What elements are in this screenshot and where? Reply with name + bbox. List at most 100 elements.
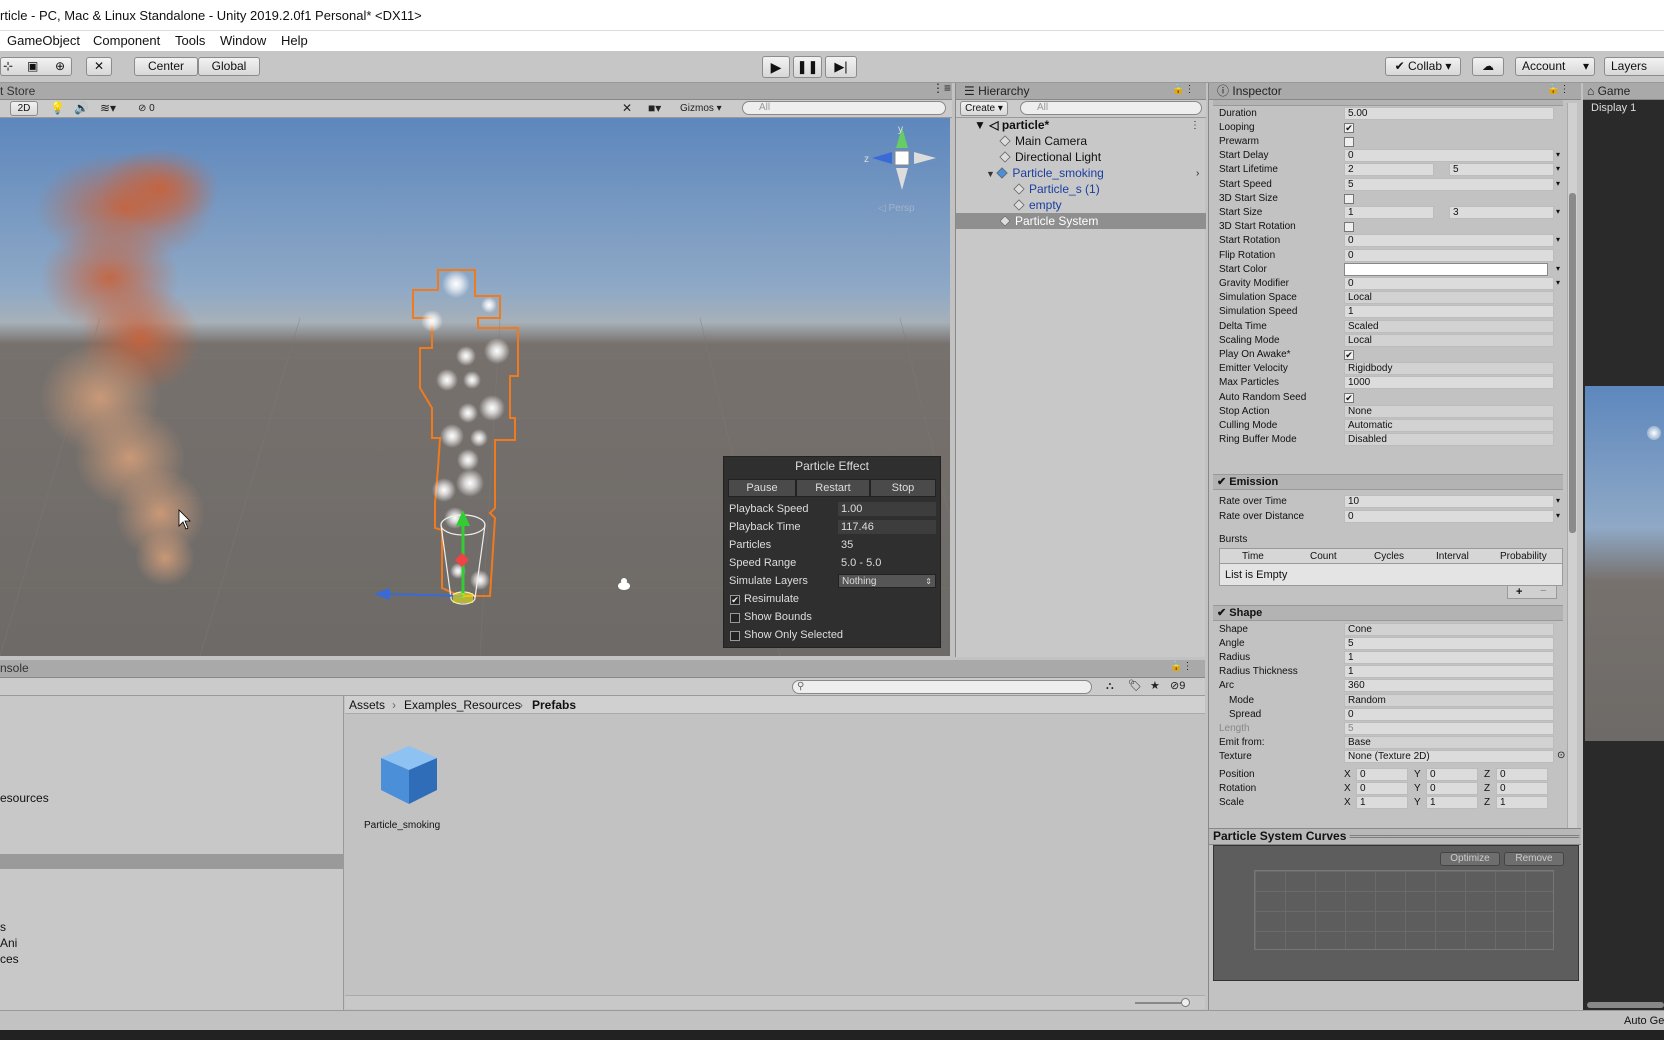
rate-over-time-field[interactable]: 10 (1344, 495, 1554, 508)
layers-button[interactable]: Layers (1604, 57, 1664, 76)
tab-game[interactable]: ⌂ Game (1587, 83, 1630, 100)
optimize-button[interactable]: Optimize (1440, 852, 1500, 866)
toggle-checkbox[interactable]: ✔ (1344, 393, 1354, 403)
pivot-global-button[interactable]: Global (198, 57, 260, 76)
camera-icon[interactable]: ■▾ (648, 100, 661, 117)
value-field[interactable]: 1 (1344, 305, 1554, 318)
pe-simulate-layers-select[interactable]: Nothing ⇕ (838, 574, 936, 588)
rate-over-distance-field[interactable]: 0 (1344, 510, 1554, 523)
breadcrumb-item[interactable]: Examples_Resources (404, 698, 521, 712)
hierarchy-item-particle-system[interactable]: Particle System (956, 213, 1206, 229)
scene-gizmo[interactable]: y z ◁ Persp (864, 124, 936, 214)
chevron-right-icon[interactable]: › (1196, 165, 1199, 182)
pe-pause-button[interactable]: Pause (728, 479, 796, 497)
toggle-checkbox[interactable] (1344, 222, 1354, 232)
project-search-input[interactable]: ⚲ (792, 680, 1092, 694)
toggle-checkbox[interactable] (1344, 194, 1354, 204)
tree-item[interactable]: s (0, 920, 6, 934)
tree-item[interactable]: ces (0, 952, 19, 966)
scene-search-input[interactable]: All (742, 101, 946, 115)
value-field[interactable]: 0 (1344, 277, 1554, 290)
show-only-selected-checkbox[interactable] (730, 631, 740, 641)
curves-grid[interactable] (1254, 870, 1554, 950)
rect-tool-icon[interactable]: ▣ (27, 58, 38, 75)
menu-component[interactable]: Component (93, 33, 160, 48)
filter-type-icon[interactable]: ⛬ (1106, 678, 1114, 695)
value-field[interactable]: 0 (1344, 249, 1554, 262)
tab-asset-store[interactable]: t Store (0, 83, 35, 100)
toggle-checkbox[interactable]: ✔ (1344, 350, 1354, 360)
gizmos-dropdown[interactable]: Gizmos ▾ (680, 100, 722, 117)
menu-gameobject[interactable]: GameObject (7, 33, 80, 48)
module-header-strip[interactable] (1213, 100, 1563, 106)
play-button[interactable]: ▶ (762, 56, 790, 78)
value-field-max[interactable]: 3 (1449, 206, 1554, 219)
value-field[interactable]: 1 (1344, 206, 1434, 219)
value-field[interactable]: 2 (1344, 163, 1434, 176)
game-view[interactable]: Display 1 (1583, 100, 1664, 1010)
2d-toggle[interactable]: 2D (10, 101, 38, 116)
breadcrumb-item[interactable]: Prefabs (532, 698, 576, 712)
enum-select[interactable]: None (1344, 405, 1554, 418)
axis-y-field[interactable]: 0 (1426, 768, 1478, 781)
lighting-toggle-icon[interactable]: 💡 (50, 100, 65, 117)
enum-select[interactable]: Local (1344, 334, 1554, 347)
enum-select[interactable]: Disabled (1344, 433, 1554, 446)
account-button[interactable]: Account ▾ (1515, 57, 1595, 76)
audio-toggle-icon[interactable]: 🔊 (74, 100, 89, 117)
pivot-center-button[interactable]: Center (134, 57, 198, 76)
game-scrollbar[interactable] (1587, 1002, 1664, 1008)
axis-y-field[interactable]: 1 (1426, 796, 1478, 809)
tab-inspector[interactable]: ⓘ Inspector (1217, 83, 1282, 100)
tree-selected-row[interactable] (0, 854, 344, 869)
hidden-objects-icon[interactable]: ⊘ 0 (138, 100, 155, 117)
hierarchy-item-particle-s-1[interactable]: Particle_s (1) (1013, 181, 1100, 197)
tree-item[interactable]: Ani (0, 936, 17, 950)
hierarchy-item-particle-smoking[interactable]: ▼ Particle_smoking (986, 165, 1104, 181)
filter-label-icon[interactable]: 🏷 (1128, 678, 1142, 695)
enum-select[interactable]: Scaled (1344, 320, 1554, 333)
chevron-down-icon[interactable]: ▾ (1556, 496, 1560, 505)
enum-select[interactable]: Local (1344, 291, 1554, 304)
zoom-slider-track[interactable] (1135, 1002, 1185, 1004)
menu-window[interactable]: Window (220, 33, 266, 48)
value-field[interactable]: 360 (1344, 679, 1554, 692)
pe-playback-time-field[interactable]: 117.46 (838, 520, 936, 534)
lock-icon[interactable]: 🔒⋮ (1547, 81, 1569, 98)
scrollbar-thumb[interactable] (1569, 193, 1576, 533)
hierarchy-item-directional-light[interactable]: Directional Light (999, 149, 1101, 165)
remove-curve-button[interactable]: Remove (1504, 852, 1564, 866)
pe-stop-button[interactable]: Stop (870, 479, 936, 497)
tree-item[interactable]: esources (0, 791, 49, 805)
toggle-checkbox[interactable] (1344, 137, 1354, 147)
hierarchy-item-main-camera[interactable]: Main Camera (999, 133, 1087, 149)
value-field[interactable]: 1000 (1344, 376, 1554, 389)
value-field[interactable]: None (Texture 2D) (1344, 750, 1554, 763)
expand-icon[interactable]: ▼ (974, 118, 986, 132)
hierarchy-item-empty[interactable]: empty (1013, 197, 1062, 213)
chevron-down-icon[interactable]: ▾ (1556, 207, 1560, 216)
value-field[interactable]: 5.00 (1344, 107, 1554, 120)
axis-z-field[interactable]: 0 (1496, 768, 1548, 781)
hierarchy-search-input[interactable]: All (1020, 101, 1202, 115)
asset-item[interactable]: Particle_smoking (364, 740, 454, 831)
chevron-down-icon[interactable]: ▾ (1556, 235, 1560, 244)
create-button[interactable]: Create ▾ (960, 101, 1008, 116)
add-burst-button[interactable]: + (1516, 586, 1522, 598)
step-button[interactable]: ▶| (825, 56, 857, 78)
axis-x-field[interactable]: 1 (1356, 796, 1408, 809)
scene-tools-icon[interactable]: ✕ (622, 100, 632, 117)
move-tool-icon[interactable]: ⊹ (3, 58, 13, 75)
chevron-down-icon[interactable]: ▾ (1556, 278, 1560, 287)
favorite-icon[interactable]: ★ (1150, 678, 1160, 695)
chevron-down-icon[interactable]: ▾ (1556, 264, 1560, 273)
display-select[interactable]: Display 1 (1591, 102, 1636, 114)
enum-select[interactable]: Rigidbody (1344, 362, 1554, 375)
axis-y-field[interactable]: 0 (1426, 782, 1478, 795)
inspector-scrollbar[interactable] (1567, 103, 1577, 893)
show-bounds-checkbox[interactable] (730, 613, 740, 623)
check-icon[interactable]: ✔ (1217, 476, 1226, 488)
transform-tools[interactable]: ⊹ ▣ ⊕ (0, 57, 72, 76)
enum-select[interactable]: Base (1344, 736, 1554, 749)
lock-icon[interactable]: 🔒⋮ (1172, 81, 1194, 98)
